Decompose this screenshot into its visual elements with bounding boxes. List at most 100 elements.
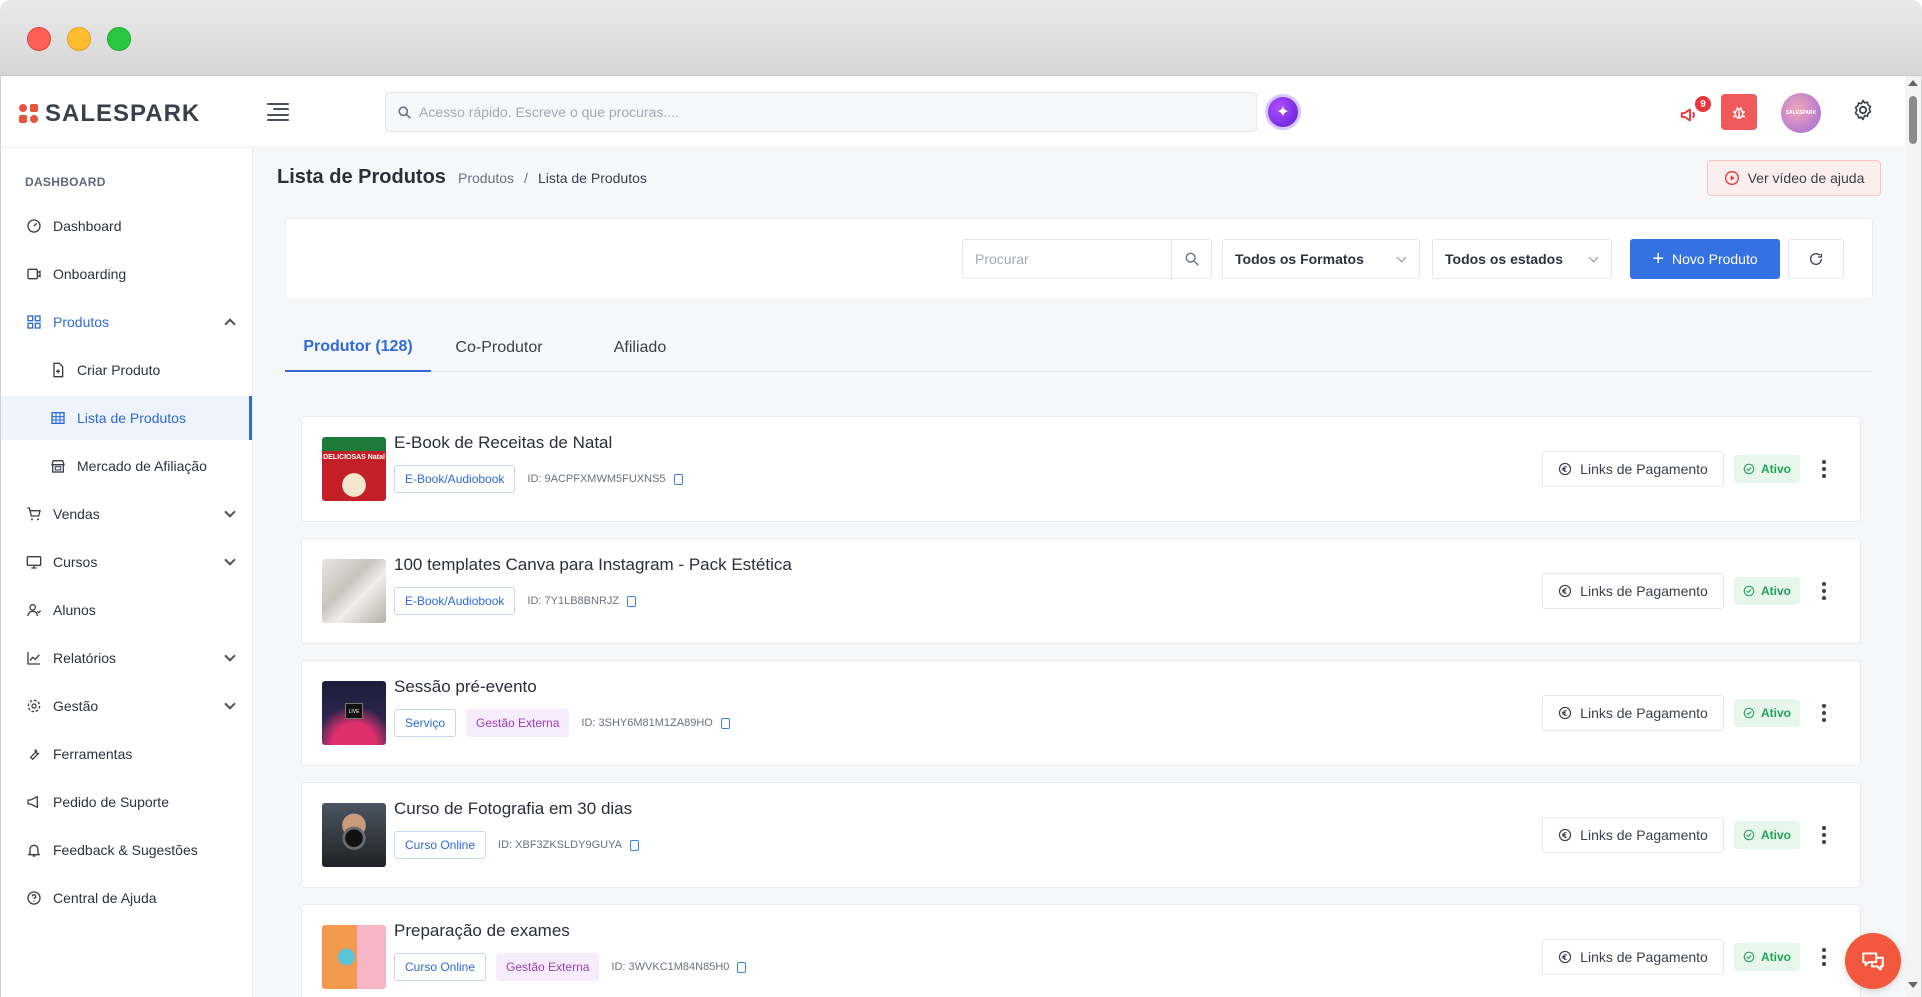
sidebar-item-label: Dashboard	[53, 218, 122, 234]
scrollbar[interactable]	[1905, 76, 1921, 997]
check-circle-icon	[1743, 829, 1755, 841]
sidebar-item-label: Mercado de Afiliação	[77, 458, 207, 474]
thumbnail-caption: DELICIOSAS Natal	[323, 454, 385, 461]
scroll-up-arrow[interactable]	[1908, 80, 1918, 86]
sidebar-item-label: Alunos	[53, 602, 96, 618]
sidebar-item-dashboard[interactable]: Dashboard	[1, 204, 252, 248]
avatar-text: SALESPARK	[1785, 110, 1817, 116]
product-name[interactable]: 100 templates Canva para Instagram - Pac…	[394, 555, 792, 575]
sidebar-item-cursos[interactable]: Cursos	[1, 540, 252, 584]
copy-icon[interactable]	[673, 473, 683, 485]
new-product-label: Novo Produto	[1672, 251, 1758, 267]
sidebar-item-label: Vendas	[53, 506, 100, 522]
format-select-value: Todos os Formatos	[1235, 251, 1364, 267]
format-badge: Curso Online	[394, 831, 487, 859]
more-options-icon[interactable]	[1818, 457, 1830, 481]
product-row[interactable]: LIVE Sessão pré-evento Serviço Gestão Ex…	[301, 660, 1861, 766]
window-close-button[interactable]	[27, 27, 51, 51]
window-minimize-button[interactable]	[67, 27, 91, 51]
sidebar-item-lista-produtos[interactable]: Lista de Produtos	[1, 396, 252, 440]
sidebar-item-alunos[interactable]: Alunos	[1, 588, 252, 632]
copy-icon[interactable]	[720, 717, 730, 729]
payment-links-label: Links de Pagamento	[1580, 949, 1708, 965]
payment-links-button[interactable]: Links de Pagamento	[1542, 451, 1724, 487]
sidebar-item-feedback[interactable]: Feedback & Sugestões	[1, 828, 252, 872]
refresh-icon	[1810, 253, 1822, 265]
breadcrumb-produtos[interactable]: Produtos	[458, 170, 514, 186]
settings-button[interactable]	[1851, 98, 1879, 126]
euro-circle-icon	[1559, 584, 1572, 598]
payment-links-button[interactable]: Links de Pagamento	[1542, 573, 1724, 609]
tab-produtor[interactable]: Produtor (128)	[285, 324, 431, 372]
report-bug-button[interactable]	[1721, 94, 1757, 130]
product-thumbnail: DELICIOSAS Natal	[322, 437, 386, 501]
sidebar-item-ferramentas[interactable]: Ferramentas	[1, 732, 252, 776]
product-thumbnail	[322, 559, 386, 623]
tab-afiliado[interactable]: Afiliado	[567, 324, 713, 372]
help-video-label: Ver vídeo de ajuda	[1747, 170, 1865, 186]
product-search-input[interactable]	[963, 240, 1171, 278]
sidebar-item-onboarding[interactable]: Onboarding	[1, 252, 252, 296]
payment-links-button[interactable]: Links de Pagamento	[1542, 939, 1724, 975]
help-circle-icon	[25, 889, 43, 907]
scroll-down-arrow[interactable]	[1908, 982, 1918, 988]
status-label: Ativo	[1761, 462, 1791, 476]
product-name[interactable]: Preparação de exames	[394, 921, 570, 941]
product-search-button[interactable]	[1171, 240, 1211, 278]
refresh-button[interactable]	[1788, 239, 1844, 279]
plus-icon: +	[1652, 248, 1665, 270]
copy-icon[interactable]	[629, 839, 639, 851]
sidebar-item-mercado-afiliacao[interactable]: Mercado de Afiliação	[1, 444, 252, 488]
tab-co-produtor[interactable]: Co-Produtor	[431, 324, 567, 372]
payment-links-label: Links de Pagamento	[1580, 461, 1708, 477]
sidebar-item-gestao[interactable]: Gestão	[1, 684, 252, 728]
scroll-thumb[interactable]	[1909, 96, 1917, 144]
new-product-button[interactable]: + Novo Produto	[1630, 239, 1780, 279]
menu-toggle-icon[interactable]	[265, 100, 291, 124]
notifications-button[interactable]: 9	[1679, 96, 1711, 128]
product-name[interactable]: Curso de Fotografia em 30 dias	[394, 799, 632, 819]
product-row[interactable]: Curso de Fotografia em 30 dias Curso Onl…	[301, 782, 1861, 888]
chevron-down-icon	[224, 506, 236, 518]
sidebar-item-label: Central de Ajuda	[53, 890, 157, 906]
product-row[interactable]: 100 templates Canva para Instagram - Pac…	[301, 538, 1861, 644]
product-row[interactable]: DELICIOSAS Natal E-Book de Receitas de N…	[301, 416, 1861, 522]
payment-links-button[interactable]: Links de Pagamento	[1542, 695, 1724, 731]
product-row[interactable]: Preparação de exames Curso Online Gestão…	[301, 904, 1861, 997]
sidebar-item-label: Produtos	[53, 314, 110, 330]
copy-icon[interactable]	[627, 595, 637, 607]
breadcrumb-current: Lista de Produtos	[537, 170, 647, 186]
sidebar-item-pedido-suporte[interactable]: Pedido de Suporte	[1, 780, 252, 824]
status-label: Ativo	[1761, 706, 1791, 720]
ai-assistant-button[interactable]: ✦	[1265, 94, 1301, 130]
payment-links-button[interactable]: Links de Pagamento	[1542, 817, 1724, 853]
sidebar-item-central-ajuda[interactable]: Central de Ajuda	[1, 876, 252, 920]
more-options-icon[interactable]	[1818, 823, 1830, 847]
product-name[interactable]: E-Book de Receitas de Natal	[394, 433, 612, 453]
euro-circle-icon	[1559, 828, 1572, 842]
quick-search-input[interactable]	[419, 104, 1256, 120]
status-select[interactable]: Todos os estados	[1432, 239, 1612, 279]
brand-logo[interactable]: SALESPARK	[19, 100, 200, 128]
format-select[interactable]: Todos os Formatos	[1222, 239, 1420, 279]
product-tags: E-Book/Audiobook ID: 9ACPFXMWM5FUXNS5	[394, 465, 683, 493]
product-name[interactable]: Sessão pré-evento	[394, 677, 537, 697]
window-maximize-button[interactable]	[107, 27, 131, 51]
sidebar-item-label: Criar Produto	[77, 362, 161, 378]
help-video-button[interactable]: Ver vídeo de ajuda	[1707, 160, 1881, 196]
more-options-icon[interactable]	[1818, 579, 1830, 603]
copy-icon[interactable]	[737, 961, 747, 973]
more-options-icon[interactable]	[1818, 945, 1830, 969]
sidebar-item-produtos[interactable]: Produtos	[1, 300, 252, 344]
product-thumbnail	[322, 925, 386, 989]
sidebar-item-label: Onboarding	[53, 266, 127, 282]
sidebar-item-relatorios[interactable]: Relatórios	[1, 636, 252, 680]
more-options-icon[interactable]	[1818, 701, 1830, 725]
notifications-badge: 9	[1695, 96, 1711, 112]
product-id: ID: XBF3ZKSLDY9GUYA	[498, 839, 639, 851]
user-avatar[interactable]: SALESPARK	[1781, 93, 1821, 133]
table-icon	[49, 409, 67, 427]
chat-button[interactable]	[1845, 933, 1901, 989]
sidebar-item-criar-produto[interactable]: Criar Produto	[1, 348, 252, 392]
sidebar-item-vendas[interactable]: Vendas	[1, 492, 252, 536]
